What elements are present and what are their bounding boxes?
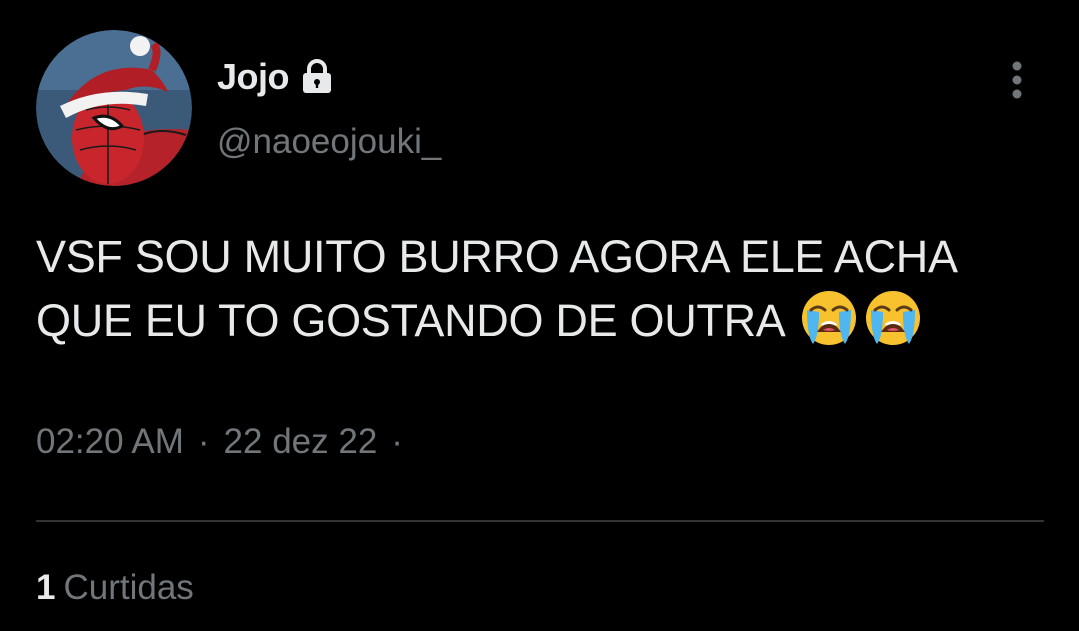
tweet-text-line-2: QUE EU TO GOSTANDO DE OUTRA [36, 288, 1046, 352]
tweet-meta: 02:20 AM · 22 dez 22 · [36, 422, 417, 462]
loudly-crying-face-icon [799, 288, 859, 348]
lock-icon [297, 57, 337, 97]
author-handle[interactable]: @naoeojouki_ [217, 122, 441, 162]
avatar[interactable] [36, 30, 192, 186]
likes-count: 1 [36, 568, 56, 607]
spider-man-avatar-image [36, 30, 192, 186]
meta-separator: · [197, 422, 210, 461]
tweet-text-line-2-text: QUE EU TO GOSTANDO DE OUTRA [36, 295, 784, 346]
divider [36, 520, 1044, 522]
tweet-date[interactable]: 22 dez 22 [224, 422, 378, 462]
meta-separator-trailing: · [391, 422, 403, 461]
more-vertical-icon[interactable] [1000, 58, 1034, 102]
tweet-text: VSF SOU MUITO BURRO AGORA ELE ACHA QUE E… [36, 226, 1046, 352]
loudly-crying-face-icon [863, 288, 923, 348]
likes-stat[interactable]: 1 Curtidas [36, 568, 194, 608]
display-name[interactable]: Jojo [217, 56, 290, 98]
tweet-text-line-1: VSF SOU MUITO BURRO AGORA ELE ACHA [36, 231, 958, 282]
author-name-row: Jojo [217, 52, 337, 102]
likes-label: Curtidas [63, 568, 194, 607]
tweet-time[interactable]: 02:20 AM [36, 422, 184, 462]
